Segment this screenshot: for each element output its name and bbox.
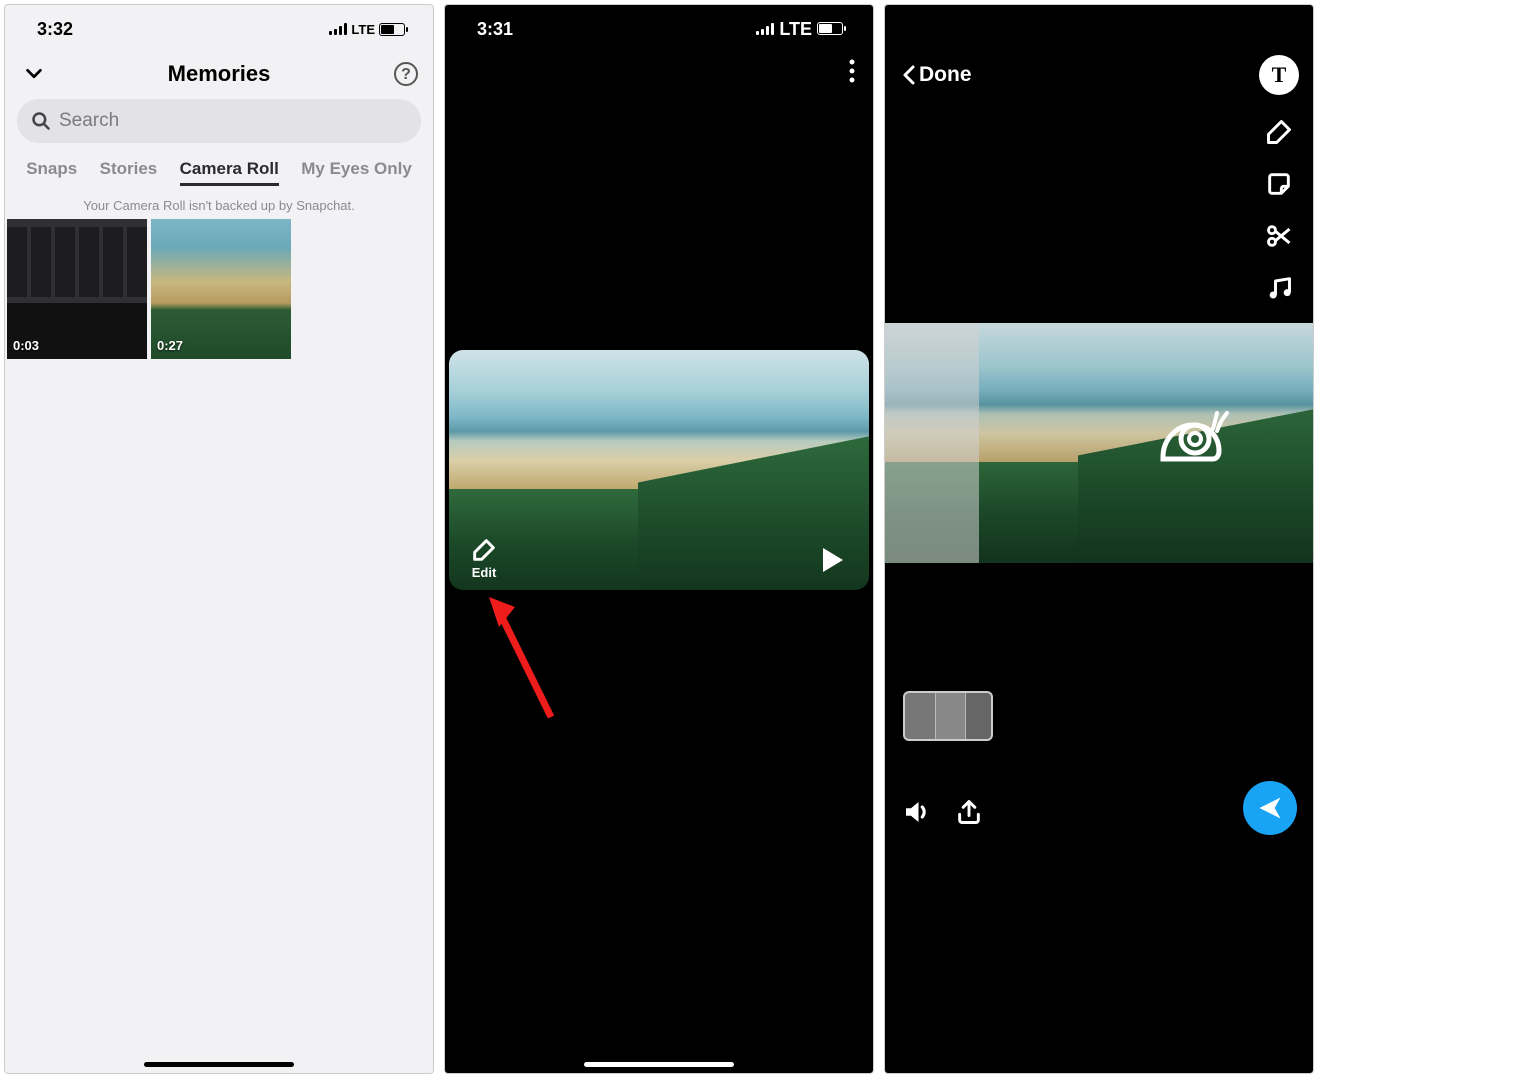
search-input[interactable]: Search: [17, 99, 421, 143]
screen-memories: 3:32 LTE Memories ? Search: [4, 4, 434, 1074]
more-vertical-icon: [849, 59, 855, 83]
page-title: Memories: [45, 61, 393, 87]
preview-image: [885, 323, 1313, 563]
status-right: LTE: [756, 19, 843, 40]
music-tool[interactable]: [1264, 273, 1294, 303]
pencil-tool[interactable]: [1264, 117, 1294, 147]
music-icon: [1265, 274, 1293, 302]
cellular-signal-icon: [329, 23, 347, 35]
battery-icon: [379, 23, 405, 36]
help-button[interactable]: ?: [393, 61, 419, 87]
search-placeholder: Search: [59, 110, 119, 132]
nav-bar: Memories ?: [5, 49, 433, 95]
home-indicator[interactable]: [144, 1062, 294, 1067]
triptych: 3:32 LTE Memories ? Search: [0, 0, 1524, 1078]
sticker-tool[interactable]: [1264, 169, 1294, 199]
screen-editor: Done T: [884, 4, 1314, 1074]
play-icon[interactable]: [823, 548, 843, 572]
home-indicator[interactable]: [584, 1062, 734, 1067]
screen-preview: 3:31 LTE Edit: [444, 4, 874, 1074]
more-button[interactable]: [849, 59, 855, 83]
speaker-icon: [901, 797, 931, 827]
status-bar: 3:32 LTE: [5, 5, 433, 49]
tab-snaps[interactable]: Snaps: [26, 159, 77, 186]
cellular-signal-icon: [756, 23, 774, 35]
sticker-icon: [1265, 170, 1293, 198]
backup-message: Your Camera Roll isn't backed up by Snap…: [5, 192, 433, 219]
svg-text:T: T: [1272, 63, 1287, 87]
video-thumb[interactable]: 0:27: [151, 219, 291, 359]
timeline-strip[interactable]: [903, 691, 993, 741]
tab-stories[interactable]: Stories: [100, 159, 158, 186]
editor-preview[interactable]: [885, 323, 1313, 563]
collapse-chevron[interactable]: [23, 63, 45, 85]
status-network: LTE: [351, 22, 375, 37]
pencil-icon: [1265, 118, 1293, 146]
battery-icon: [817, 22, 843, 35]
timeline-thumbnails: [903, 691, 993, 741]
done-label: Done: [919, 63, 972, 87]
edit-label: Edit: [472, 565, 497, 580]
svg-text:?: ?: [401, 66, 411, 83]
export-icon: [955, 798, 983, 826]
save-button[interactable]: [955, 798, 983, 826]
text-tool[interactable]: T: [1259, 55, 1299, 95]
tab-bar: Snaps Stories Camera Roll My Eyes Only: [5, 151, 433, 192]
video-preview[interactable]: Edit: [449, 350, 869, 590]
status-right: LTE: [329, 22, 405, 37]
speed-snail-overlay[interactable]: [1153, 405, 1233, 469]
sound-toggle[interactable]: [901, 797, 931, 827]
send-button[interactable]: [1243, 781, 1297, 835]
camera-roll-grid: 0:03 0:27: [5, 219, 433, 359]
chevron-left-icon: [901, 63, 917, 87]
help-icon: ?: [393, 61, 419, 87]
preview-image: [449, 350, 869, 590]
search-icon: [31, 111, 51, 131]
video-duration: 0:03: [13, 338, 39, 353]
status-network: LTE: [779, 19, 812, 39]
video-duration: 0:27: [157, 338, 183, 353]
status-time: 3:32: [37, 19, 73, 40]
pencil-icon: [469, 535, 499, 565]
scissors-icon: [1265, 222, 1293, 250]
status-time: 3:31: [477, 19, 513, 40]
annotation-arrow-icon: [489, 597, 569, 727]
send-icon: [1256, 794, 1284, 822]
snail-icon: [1153, 405, 1233, 469]
bottom-actions: [901, 797, 983, 827]
tab-camera-roll[interactable]: Camera Roll: [180, 159, 279, 186]
done-button[interactable]: Done: [901, 63, 972, 87]
video-thumb[interactable]: 0:03: [7, 219, 147, 359]
status-bar: 3:31 LTE: [445, 5, 873, 49]
tab-my-eyes-only[interactable]: My Eyes Only: [301, 159, 412, 186]
search-wrap: Search: [5, 95, 433, 151]
edit-button[interactable]: Edit: [469, 535, 499, 580]
trim-overlay: [885, 323, 979, 563]
text-icon: T: [1267, 63, 1291, 87]
chevron-down-icon: [23, 63, 45, 85]
scissors-tool[interactable]: [1264, 221, 1294, 251]
